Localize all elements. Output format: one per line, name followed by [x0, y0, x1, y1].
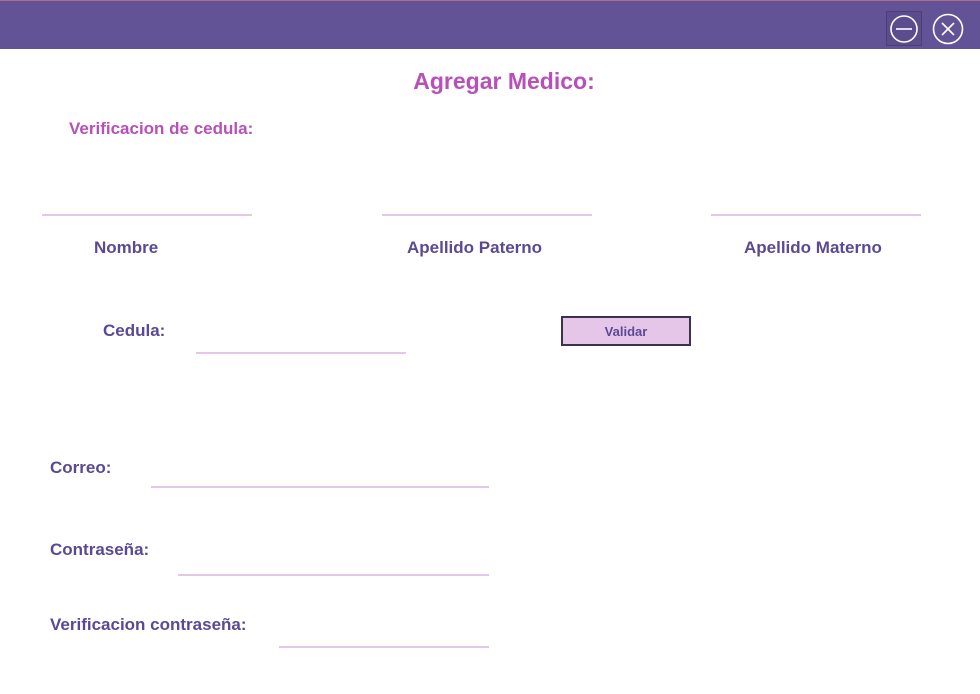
confirm-password-field[interactable]	[279, 626, 489, 648]
email-field[interactable]	[151, 466, 489, 488]
apellido-paterno-label: Apellido Paterno	[407, 238, 543, 257]
cedula-field[interactable]	[196, 332, 406, 354]
validate-button[interactable]: Validar	[561, 316, 691, 346]
x-circle-icon	[932, 13, 964, 44]
contrasena-label: Contraseña:	[50, 540, 150, 559]
page-title: Agregar Medico:	[413, 68, 595, 94]
close-button[interactable]	[931, 12, 965, 45]
cedula-label: Cedula:	[103, 321, 166, 340]
apellido-materno-label: Apellido Materno	[744, 238, 882, 257]
nombre-field[interactable]	[42, 194, 252, 216]
apellido-materno-field[interactable]	[711, 194, 921, 216]
correo-label: Correo:	[50, 458, 112, 477]
title-bar[interactable]	[0, 0, 980, 49]
apellido-paterno-field[interactable]	[382, 194, 592, 216]
add-doctor-window: Agregar Medico: Verificacion de cedula: …	[0, 0, 980, 694]
section-title-cedula-verification: Verificacion de cedula:	[69, 119, 254, 138]
minus-circle-icon	[890, 14, 918, 43]
minimize-button[interactable]	[886, 11, 922, 46]
password-field[interactable]	[178, 554, 489, 576]
verificacion-contrasena-label: Verificacion contraseña:	[50, 615, 247, 634]
title-bar-accent-line	[0, 0, 980, 1]
nombre-label: Nombre	[94, 238, 159, 257]
